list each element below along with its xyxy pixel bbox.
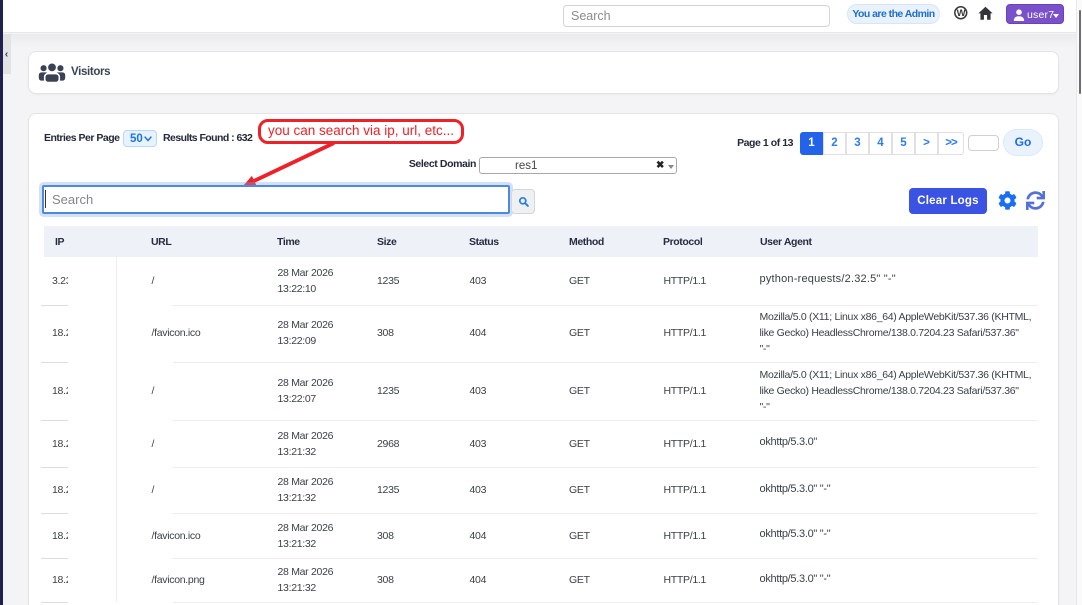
svg-text:W: W (957, 8, 966, 19)
